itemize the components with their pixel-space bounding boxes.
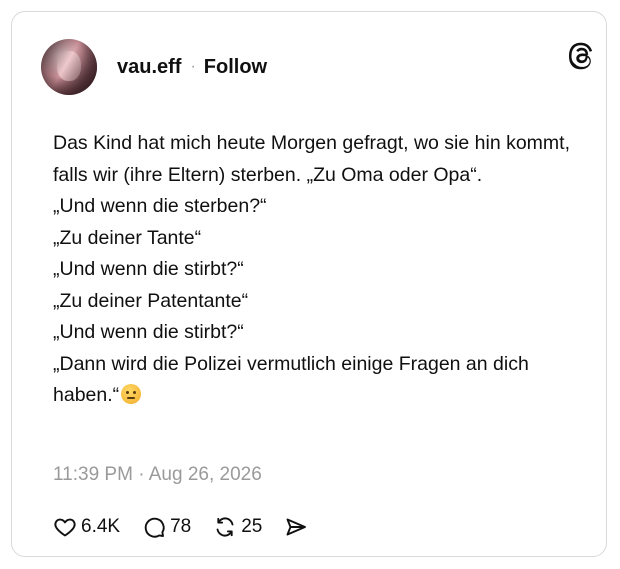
post-card: vau.eff · Follow Das Kind hat mich heute…: [11, 11, 607, 557]
share-send-icon: [286, 518, 307, 536]
comment-bubble-icon: [144, 517, 165, 538]
follow-button[interactable]: Follow: [204, 56, 267, 79]
repost-button[interactable]: 25: [213, 515, 262, 539]
post-header: vau.eff · Follow: [41, 38, 267, 96]
like-count: 6.4K: [81, 516, 121, 537]
action-bar: 6.4K 78 25: [53, 512, 312, 542]
post-body: Das Kind hat mich heute Morgen gefragt, …: [53, 128, 583, 412]
post-timestamp: 11:39 PM · Aug 26, 2026: [53, 464, 262, 485]
avatar[interactable]: [41, 39, 97, 95]
separator-dot: ·: [190, 58, 196, 75]
repost-icon: [216, 517, 234, 537]
username[interactable]: vau.eff: [117, 56, 181, 79]
share-button[interactable]: [284, 515, 312, 539]
comment-button[interactable]: 78: [142, 515, 191, 539]
face-with-raised-eyebrow-icon: [121, 384, 142, 404]
avatar-hair: [41, 39, 97, 95]
repost-count: 25: [241, 516, 263, 537]
heart-icon: [54, 518, 76, 537]
like-button[interactable]: 6.4K: [53, 515, 120, 539]
post-text: Das Kind hat mich heute Morgen gefragt, …: [53, 132, 570, 406]
threads-logo-icon[interactable]: [568, 41, 596, 71]
comment-count: 78: [170, 516, 192, 537]
